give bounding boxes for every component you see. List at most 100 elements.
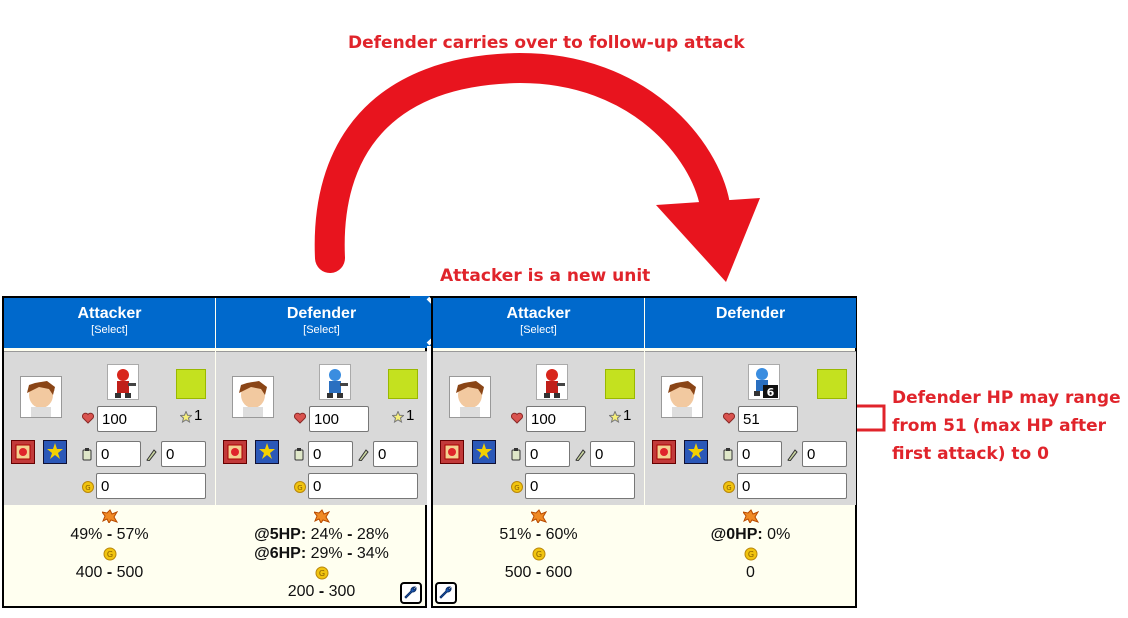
co-power-icon[interactable]: [652, 440, 676, 464]
damage-calculator-1: Attacker [Select] 1 G 49%: [2, 296, 427, 608]
range-separator: -: [342, 526, 357, 543]
coin-icon: G: [744, 547, 757, 560]
fuel-input[interactable]: [96, 441, 141, 467]
attacker-title: Attacker: [77, 305, 142, 322]
terrain-plains[interactable]: [176, 369, 206, 399]
funds-input[interactable]: [96, 473, 206, 499]
stars-value: 1: [406, 407, 415, 424]
unit-sprite-infantry-red[interactable]: [107, 364, 139, 400]
fuel-input[interactable]: [308, 441, 353, 467]
co-super-power-icon[interactable]: [684, 440, 708, 464]
damage-high: 34%: [356, 545, 389, 562]
co-portrait[interactable]: [232, 376, 274, 418]
terrain-plains[interactable]: [817, 369, 847, 399]
defender-unit-panel: 6 G: [645, 351, 856, 505]
select-link[interactable]: [Select]: [216, 324, 427, 336]
attacker-unit-panel: 1 G: [433, 351, 644, 505]
curved-arrowhead-icon: [656, 198, 760, 282]
svg-text:G: G: [106, 550, 112, 559]
fuel-input[interactable]: [525, 441, 570, 467]
wrench-icon[interactable]: [435, 582, 457, 604]
co-portrait[interactable]: [449, 376, 491, 418]
attacker-column: Attacker [Select] 1 G 49%: [4, 298, 215, 606]
hp-input[interactable]: [309, 406, 369, 432]
co-power-icon[interactable]: [223, 440, 247, 464]
funds-damage-value: 0: [746, 564, 755, 581]
heart-icon: [723, 412, 735, 424]
range-separator: -: [314, 583, 329, 600]
damage-high: 28%: [356, 526, 389, 543]
range-separator: -: [342, 545, 357, 562]
funds-damage-range: 500 - 600: [433, 563, 644, 582]
svg-text:G: G: [747, 550, 753, 559]
fuel-icon: [723, 448, 733, 461]
funds-high: 300: [328, 583, 356, 600]
funds-low: 500: [504, 564, 532, 581]
stars-value: 1: [623, 407, 632, 424]
unit-sprite-infantry-blue[interactable]: [319, 364, 351, 400]
damage-low: 24%: [306, 526, 343, 543]
ammo-icon: [358, 449, 369, 461]
svg-text:G: G: [297, 484, 302, 492]
star-icon: [392, 411, 404, 423]
wrench-icon[interactable]: [400, 582, 422, 604]
funds-input[interactable]: [308, 473, 418, 499]
fuel-icon: [294, 448, 304, 461]
attacker-results: 49% - 57% G 400 - 500: [4, 506, 215, 606]
defender-title: Defender: [286, 305, 357, 322]
attacker-header: Attacker [Select]: [433, 298, 644, 348]
damage-high: 57%: [116, 526, 149, 543]
unit-sprite-infantry-blue[interactable]: 6: [748, 364, 780, 400]
funds-high: 500: [116, 564, 144, 581]
funds-damage-range: 400 - 500: [4, 563, 215, 582]
damage-at-6hp: @6HP: 29% - 34%: [216, 544, 427, 563]
hp-input[interactable]: [97, 406, 157, 432]
terrain-plains[interactable]: [605, 369, 635, 399]
co-super-power-icon[interactable]: [43, 440, 67, 464]
funds-low: 200: [287, 583, 315, 600]
terrain-plains[interactable]: [388, 369, 418, 399]
coin-icon: G: [532, 547, 545, 560]
unit-sprite-infantry-red[interactable]: [536, 364, 568, 400]
select-link[interactable]: [Select]: [433, 324, 644, 336]
damage-value: 0%: [762, 526, 791, 543]
heart-icon: [511, 412, 523, 424]
coin-icon: G: [511, 481, 523, 493]
ammo-input[interactable]: [802, 441, 847, 467]
star-icon: [180, 411, 192, 423]
attacker-title: Attacker: [506, 305, 571, 322]
damage-low: 51%: [499, 526, 532, 543]
explosion-icon: [101, 508, 118, 523]
svg-text:G: G: [535, 550, 541, 559]
hp-badge: 6: [767, 386, 775, 399]
ammo-icon: [575, 449, 586, 461]
damage-low: 29%: [306, 545, 343, 562]
funds-input[interactable]: [737, 473, 847, 499]
heart-icon: [82, 412, 94, 424]
curved-arrow-icon: [314, 52, 730, 273]
ammo-input[interactable]: [161, 441, 206, 467]
defender-results: @5HP: 24% - 28% @6HP: 29% - 34% G 200 - …: [216, 506, 427, 606]
co-power-icon[interactable]: [11, 440, 35, 464]
fuel-icon: [82, 448, 92, 461]
svg-text:G: G: [726, 484, 731, 492]
attacker-unit-panel: 1 G: [4, 351, 215, 505]
damage-calculator-2: Attacker [Select] 1 G 51%: [431, 296, 857, 608]
fuel-input[interactable]: [737, 441, 782, 467]
ammo-input[interactable]: [590, 441, 635, 467]
range-separator: -: [531, 526, 546, 543]
defender-results: @0HP: 0% G 0: [645, 506, 856, 606]
co-power-icon[interactable]: [440, 440, 464, 464]
co-super-power-icon[interactable]: [472, 440, 496, 464]
hp-condition: @0HP:: [710, 526, 763, 543]
coin-icon: G: [294, 481, 306, 493]
damage-low: 49%: [70, 526, 103, 543]
ammo-input[interactable]: [373, 441, 418, 467]
hp-input[interactable]: [738, 406, 798, 432]
funds-input[interactable]: [525, 473, 635, 499]
co-super-power-icon[interactable]: [255, 440, 279, 464]
hp-input[interactable]: [526, 406, 586, 432]
select-link[interactable]: [Select]: [4, 324, 215, 336]
co-portrait[interactable]: [20, 376, 62, 418]
co-portrait[interactable]: [661, 376, 703, 418]
